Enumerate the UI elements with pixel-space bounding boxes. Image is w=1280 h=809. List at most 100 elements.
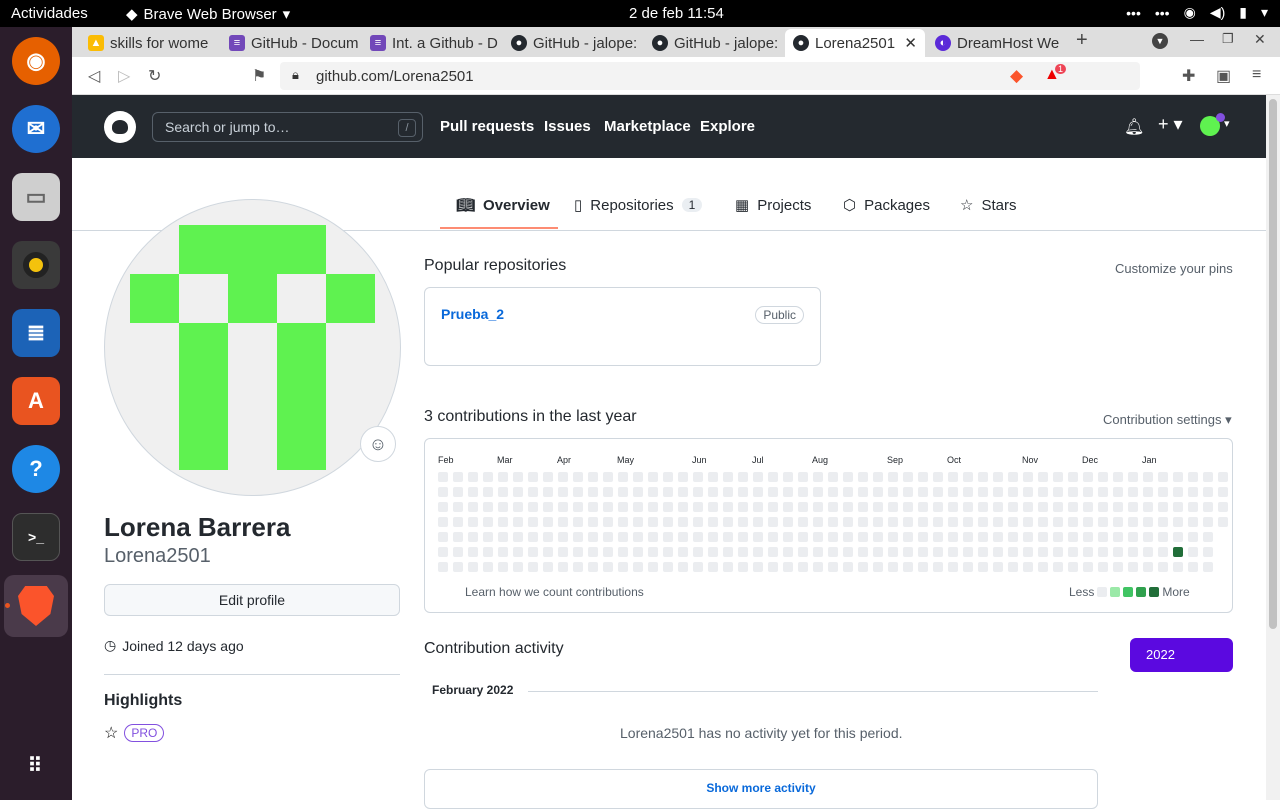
contribution-day[interactable] [1008,562,1018,572]
contribution-day[interactable] [888,487,898,497]
contribution-day[interactable] [963,562,973,572]
contribution-day[interactable] [1068,532,1078,542]
contribution-day[interactable] [768,472,778,482]
contribution-day[interactable] [1098,487,1108,497]
back-icon[interactable]: ◁ [88,66,100,86]
contribution-day[interactable] [543,517,553,527]
contribution-day[interactable] [783,502,793,512]
contribution-day[interactable] [1173,532,1183,542]
contribution-day[interactable] [558,532,568,542]
system-tray[interactable]: ••• ••• ◉ ◀) ▮ ▾ [1126,4,1268,21]
contribution-day[interactable] [828,517,838,527]
edit-profile-button[interactable]: Edit profile [104,584,400,616]
create-new-icon[interactable]: + ▾ [1158,114,1183,135]
contribution-day[interactable] [603,472,613,482]
contribution-day[interactable] [708,472,718,482]
contribution-day[interactable] [558,562,568,572]
wifi-icon[interactable]: ◉ [1184,4,1196,21]
contribution-day[interactable] [1128,472,1138,482]
contribution-day[interactable] [843,562,853,572]
contribution-day[interactable] [1113,517,1123,527]
contribution-day[interactable] [1218,472,1228,482]
contribution-day[interactable] [768,487,778,497]
contribution-day[interactable] [723,562,733,572]
contribution-day[interactable] [648,502,658,512]
contribution-day[interactable] [1173,487,1183,497]
contribution-day[interactable] [1173,517,1183,527]
nav-explore[interactable]: Explore [700,118,755,135]
contribution-day[interactable] [1128,487,1138,497]
browser-tab[interactable]: ≡ GitHub - Docum [221,29,359,57]
contribution-day[interactable] [873,532,883,542]
contribution-day[interactable] [873,547,883,557]
pro-badge[interactable]: PRO [124,724,165,742]
contribution-day[interactable] [468,517,478,527]
contribution-day[interactable] [858,517,868,527]
contribution-day[interactable] [1203,547,1213,557]
contribution-day[interactable] [693,472,703,482]
contribution-day[interactable] [573,562,583,572]
contribution-day[interactable] [1143,472,1153,482]
contribution-day[interactable] [813,487,823,497]
lock-icon[interactable]: 🔒︎ [292,67,299,83]
contribution-day[interactable] [708,532,718,542]
contribution-day[interactable] [648,532,658,542]
scrollbar-thumb[interactable] [1269,99,1277,629]
contribution-day[interactable] [933,487,943,497]
contribution-day[interactable] [513,502,523,512]
contribution-day[interactable] [1143,517,1153,527]
contribution-day[interactable] [903,547,913,557]
contribution-day[interactable] [528,487,538,497]
contribution-day[interactable] [573,532,583,542]
nav-pull-requests[interactable]: Pull requests [440,118,534,135]
contribution-day[interactable] [948,472,958,482]
contribution-day[interactable] [1188,502,1198,512]
contribution-day[interactable] [1113,532,1123,542]
forward-icon[interactable]: ▷ [118,66,130,86]
contribution-day[interactable] [678,532,688,542]
contribution-day[interactable] [513,517,523,527]
contribution-day[interactable] [1113,487,1123,497]
browser-tab[interactable]: ◐ DreamHost We [927,29,1065,57]
contribution-day[interactable] [1128,547,1138,557]
files-icon[interactable]: ▭ [12,173,60,221]
tab-overview[interactable]: 📖︎ Overview [456,196,550,215]
contribution-day[interactable] [438,532,448,542]
contribution-day[interactable] [663,532,673,542]
contribution-day[interactable] [1023,502,1033,512]
bell-icon[interactable]: 🔔︎ [1124,117,1144,137]
contribution-day[interactable] [1188,562,1198,572]
contribution-day[interactable] [528,562,538,572]
contribution-day[interactable] [468,562,478,572]
menu-icon[interactable]: ≡ [1252,66,1261,84]
contribution-day[interactable] [558,547,568,557]
contribution-day[interactable] [978,502,988,512]
contribution-day[interactable] [648,562,658,572]
contribution-day[interactable] [468,532,478,542]
contribution-day[interactable] [618,562,628,572]
contribution-day[interactable] [1203,532,1213,542]
contribution-day[interactable] [468,547,478,557]
contribution-day[interactable] [573,547,583,557]
contribution-day[interactable] [858,562,868,572]
contribution-day[interactable] [993,487,1003,497]
contribution-day[interactable] [498,532,508,542]
contribution-day[interactable] [1023,517,1033,527]
chevron-down-icon[interactable]: ▾ [1261,4,1268,21]
contribution-day[interactable] [1158,547,1168,557]
contribution-day[interactable] [1053,547,1063,557]
contribution-day[interactable] [573,472,583,482]
contribution-day[interactable] [663,562,673,572]
contribution-day[interactable] [918,502,928,512]
contribution-day[interactable] [783,487,793,497]
contribution-day[interactable] [1023,562,1033,572]
contribution-day[interactable] [483,562,493,572]
contribution-day[interactable] [1113,502,1123,512]
contribution-day[interactable] [663,502,673,512]
contribution-day[interactable] [843,487,853,497]
contribution-day[interactable] [498,562,508,572]
contribution-day[interactable] [1113,562,1123,572]
contribution-day[interactable] [678,547,688,557]
contribution-day[interactable] [783,532,793,542]
contribution-day[interactable] [978,532,988,542]
